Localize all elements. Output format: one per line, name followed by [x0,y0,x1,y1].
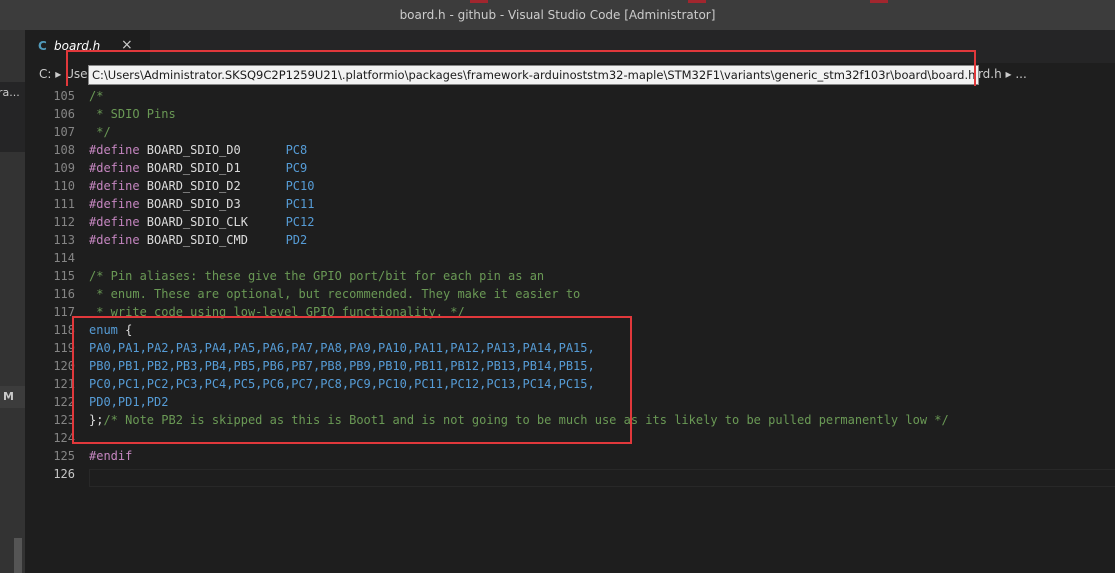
macro-value: PC8 [285,143,308,157]
title-bar: board.h - github - Visual Studio Code [A… [0,0,1115,30]
code-text: #endif [89,447,132,465]
code-content: /* [89,89,104,103]
code-line[interactable]: 125 #endif [25,447,1115,465]
line-number: 125 [53,449,75,463]
line-number: 112 [53,215,75,229]
line-number: 119 [53,341,75,355]
macro-name: BOARD_SDIO_D2 [139,179,241,193]
line-number: 105 [53,89,75,103]
line-number: 117 [53,305,75,319]
macro-value: PC9 [285,161,308,175]
define-keyword: #define [89,179,140,193]
code-content: * SDIO Pins [89,107,176,121]
code-line[interactable]: 126 [25,465,1115,483]
code-text: */ [89,123,111,141]
code-line[interactable]: 107 */ [25,123,1115,141]
line-number: 121 [53,377,75,391]
macro-value: PC12 [285,215,315,229]
c-file-icon: C [38,39,47,53]
code-text: * SDIO Pins [89,105,176,123]
line-number: 122 [53,395,75,409]
macro-value: PC10 [285,179,315,193]
line-number: 126 [53,467,75,481]
macro-name: BOARD_SDIO_D0 [139,143,241,157]
define-keyword: #define [89,161,140,175]
code-line[interactable]: 106 * SDIO Pins [25,105,1115,123]
define-keyword: #define [89,143,140,157]
code-line[interactable]: 108 #define BOARD_SDIO_D0 PC8 [25,141,1115,159]
line-number: 107 [53,125,75,139]
line-number: 108 [53,143,75,157]
define-keyword: #define [89,215,140,229]
line-number: 115 [53,269,75,283]
line-number: 106 [53,107,75,121]
code-line[interactable]: 110 #define BOARD_SDIO_D2 PC10 [25,177,1115,195]
code-text: #define BOARD_SDIO_D3 PC11 [89,195,314,213]
line-number: 123 [53,413,75,427]
code-text: #define BOARD_SDIO_D0 PC8 [89,141,307,159]
macro-name: BOARD_SDIO_D1 [139,161,241,175]
macro-value: PC11 [285,197,315,211]
line-number: 113 [53,233,75,247]
window-title: board.h - github - Visual Studio Code [A… [399,8,716,22]
code-text: #define BOARD_SDIO_CLK PC12 [89,213,314,231]
code-content: * enum. These are optional, but recommen… [89,287,581,301]
code-text: #define BOARD_SDIO_D1 PC9 [89,159,307,177]
title-bar-marker [688,0,706,3]
code-text: #define BOARD_SDIO_CMD PD2 [89,231,307,249]
code-content: */ [89,125,111,139]
code-text: * enum. These are optional, but recommen… [89,285,580,303]
title-bar-marker [870,0,888,3]
modified-badge: M [0,386,25,408]
code-text: /* Pin aliases: these give the GPIO port… [89,267,544,285]
line-number: 114 [53,251,75,265]
code-line[interactable]: 114 [25,249,1115,267]
line-number: 120 [53,359,75,373]
line-number: 116 [53,287,75,301]
code-line[interactable]: 112 #define BOARD_SDIO_CLK PC12 [25,213,1115,231]
code-content: /* Pin aliases: these give the GPIO port… [89,269,545,283]
code-line[interactable]: 109 #define BOARD_SDIO_D1 PC9 [25,159,1115,177]
sidebar-scrollbar[interactable] [14,538,22,573]
define-keyword: #define [89,197,140,211]
code-line[interactable]: 116 * enum. These are optional, but reco… [25,285,1115,303]
code-line[interactable]: 111 #define BOARD_SDIO_D3 PC11 [25,195,1115,213]
line-number: 111 [53,197,75,211]
code-line[interactable]: 115 /* Pin aliases: these give the GPIO p… [25,267,1115,285]
macro-value: PD2 [285,233,308,247]
sidebar-open-file[interactable]: ra... [0,82,25,152]
macro-name: BOARD_SDIO_D3 [139,197,241,211]
code-line[interactable]: 113 #define BOARD_SDIO_CMD PD2 [25,231,1115,249]
line-number: 110 [53,179,75,193]
activity-bar: ra... M [0,30,25,573]
code-line[interactable]: 105 /* [25,87,1115,105]
line-number: 124 [53,431,75,445]
line-number: 118 [53,323,75,337]
macro-name: BOARD_SDIO_CLK [139,215,248,229]
code-content: #endif [89,449,133,463]
line-number: 109 [53,161,75,175]
title-bar-marker [470,0,488,3]
define-keyword: #define [89,233,140,247]
code-text: /* [89,87,103,105]
code-text: #define BOARD_SDIO_D2 PC10 [89,177,314,195]
macro-name: BOARD_SDIO_CMD [139,233,248,247]
highlight-box-enum [72,316,632,444]
